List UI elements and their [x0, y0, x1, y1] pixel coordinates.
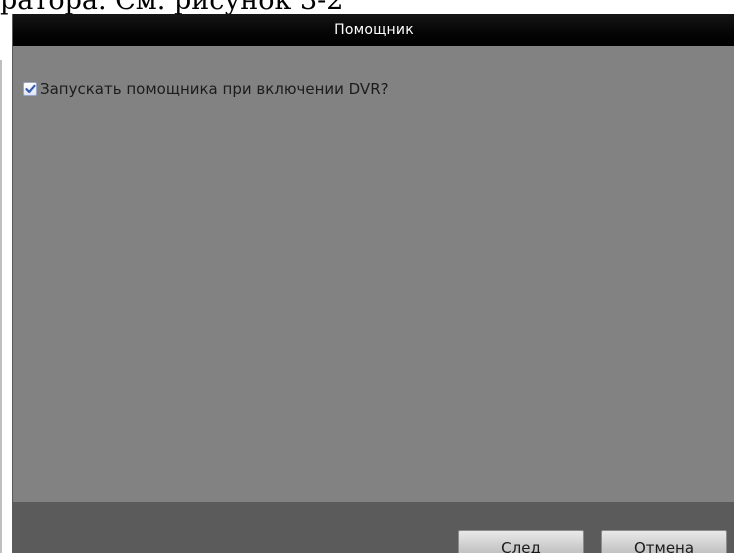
next-button[interactable]: След — [458, 530, 584, 553]
start-wizard-checkbox[interactable] — [23, 82, 37, 96]
dialog-footer: След Отмена — [13, 502, 734, 553]
start-wizard-option[interactable]: Запускать помощника при включении DVR? — [23, 80, 389, 98]
wizard-dialog: Помощник Запускать помощника при включен… — [12, 14, 734, 553]
start-wizard-label: Запускать помощника при включении DVR? — [40, 80, 389, 98]
document-margin-line — [0, 60, 2, 553]
dialog-titlebar: Помощник — [13, 14, 734, 46]
cancel-button[interactable]: Отмена — [601, 530, 727, 553]
page: ратора. См. рисунок 3-2 Помощник Запуска… — [0, 0, 734, 553]
dialog-title: Помощник — [334, 22, 414, 38]
checkmark-icon — [24, 84, 36, 94]
